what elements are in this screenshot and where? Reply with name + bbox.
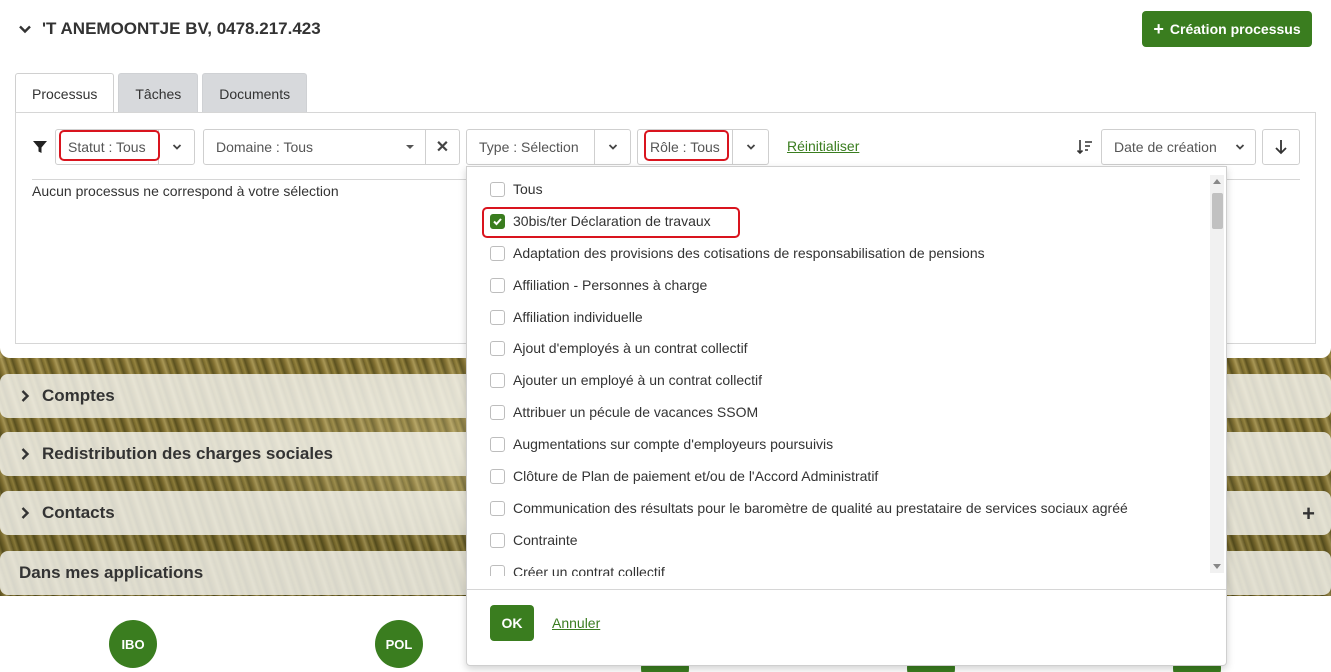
chevron-down-icon [732,130,768,164]
list-item[interactable]: Adaptation des provisions des cotisation… [490,242,985,264]
tab-processus[interactable]: Processus [15,73,115,114]
empty-message: Aucun processus ne correspond à votre sé… [32,183,339,199]
app-ibo[interactable]: IBO [109,620,157,668]
scrollbar[interactable] [1210,175,1224,573]
checkbox-checked[interactable] [490,213,505,229]
domaine-select[interactable]: Domaine : Tous ✕ [203,129,460,165]
statut-select[interactable]: Statut : Tous [55,129,195,165]
type-select[interactable]: Type : Sélection [466,129,631,165]
sort-direction-button[interactable] [1262,129,1300,165]
list-item[interactable]: Créer un contrat collectif [490,561,665,576]
role-select[interactable]: Rôle : Tous [637,129,769,165]
sort-icon[interactable] [1076,138,1094,156]
checkbox[interactable] [490,532,505,548]
filter-icon [33,141,47,153]
checkbox[interactable] [490,181,505,197]
reset-link[interactable]: Réinitialiser [787,138,859,154]
checkbox[interactable] [490,372,505,388]
chevron-right-icon [21,390,30,402]
tab-taches[interactable]: Tâches [118,73,199,113]
chevron-down-icon [19,25,31,34]
chevron-right-icon [21,507,30,519]
checkbox[interactable] [490,245,505,261]
checkbox[interactable] [490,277,505,293]
check-icon [493,217,502,225]
checkbox[interactable] [490,404,505,420]
list-item[interactable]: Augmentations sur compte d'employeurs po… [490,433,833,455]
chevron-down-icon [1225,141,1255,153]
scroll-up-icon[interactable] [1213,179,1221,184]
plus-icon: + [1153,19,1164,39]
chevron-right-icon [21,448,30,460]
arrow-down-icon [1275,140,1287,155]
sort-select[interactable]: Date de création [1101,129,1256,165]
create-process-button[interactable]: + Création processus [1142,11,1312,47]
add-contact-icon[interactable]: + [1302,501,1315,527]
list-item[interactable]: Affiliation individuelle [490,306,643,328]
option-30bis[interactable]: 30bis/ter Déclaration de travaux [490,210,711,232]
option-tous[interactable]: Tous [490,178,543,200]
list-item[interactable]: Communication des résultats pour le baro… [490,497,1128,519]
chevron-down-icon [594,130,630,164]
clear-icon[interactable]: ✕ [425,130,459,164]
list-item[interactable]: Clôture de Plan de paiement et/ou de l'A… [490,465,878,487]
checkbox[interactable] [490,436,505,452]
tab-bar: Processus Tâches Documents [15,73,308,114]
cancel-link[interactable]: Annuler [552,615,600,631]
company-header[interactable]: 'T ANEMOONTJE BV, 0478.217.423 [18,16,321,42]
option-list: Tous 30bis/ter Déclaration de travaux Ad… [467,167,1211,576]
list-item[interactable]: Contrainte [490,529,578,551]
app-pol[interactable]: POL [375,620,423,668]
checkbox[interactable] [490,309,505,325]
chevron-down-icon [158,130,194,164]
tab-documents[interactable]: Documents [202,73,308,113]
type-dropdown: Tous 30bis/ter Déclaration de travaux Ad… [466,166,1227,666]
dropdown-divider [467,589,1226,590]
checkbox[interactable] [490,340,505,356]
list-item[interactable]: Ajouter un employé à un contrat collecti… [490,369,762,391]
list-item[interactable]: Attribuer un pécule de vacances SSOM [490,401,758,423]
scrollbar-thumb[interactable] [1212,193,1223,229]
checkbox[interactable] [490,500,505,516]
caret-down-icon [395,142,425,152]
company-title: 'T ANEMOONTJE BV, 0478.217.423 [42,19,321,38]
filter-bar: Statut : Tous Domaine : Tous ✕ Type : Sé… [16,129,1315,165]
ok-button[interactable]: OK [490,605,534,641]
scroll-down-icon[interactable] [1213,564,1221,569]
list-item[interactable]: Ajout d'employés à un contrat collectif [490,337,748,359]
list-item[interactable]: Affiliation - Personnes à charge [490,274,707,296]
checkbox[interactable] [490,468,505,484]
checkbox[interactable] [490,564,505,576]
